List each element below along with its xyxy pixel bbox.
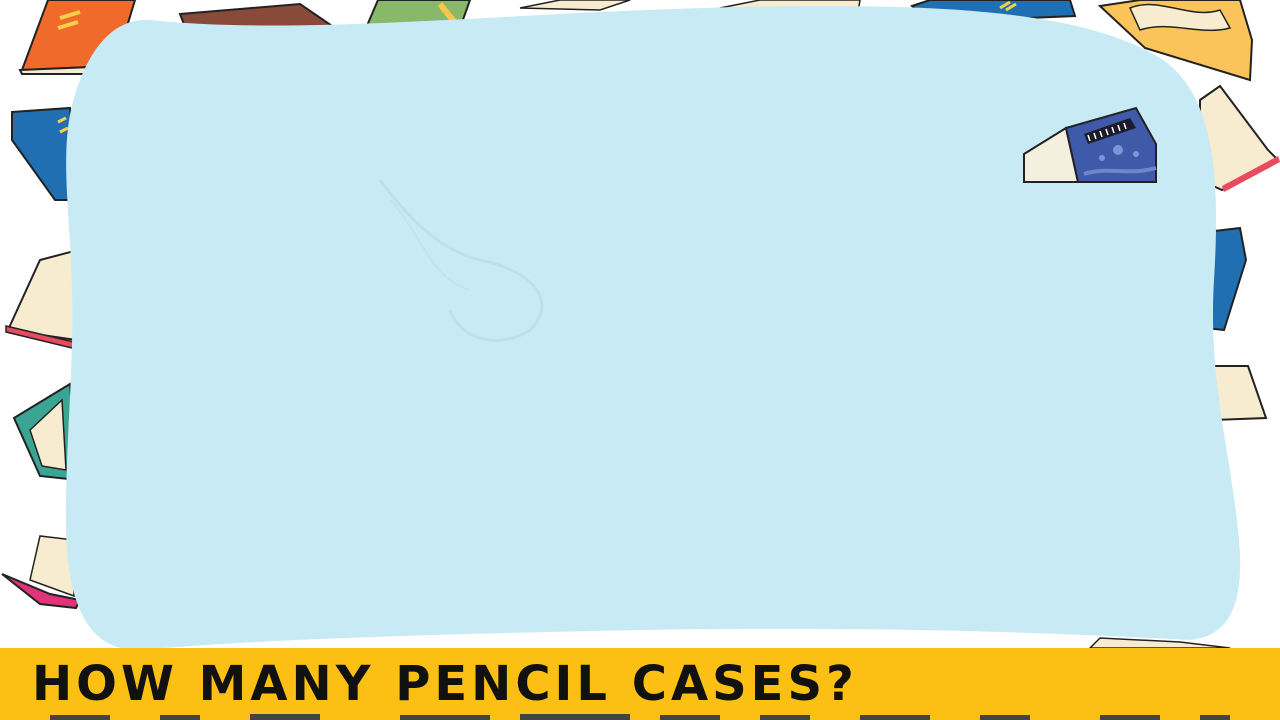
faint-doodle — [378, 179, 544, 342]
book-strip — [50, 714, 1230, 720]
question-caption: HOW MANY PENCIL CASES? — [32, 656, 858, 712]
slide: HOW MANY PENCIL CASES? — [0, 0, 1280, 720]
eraser-icon — [1023, 106, 1157, 183]
